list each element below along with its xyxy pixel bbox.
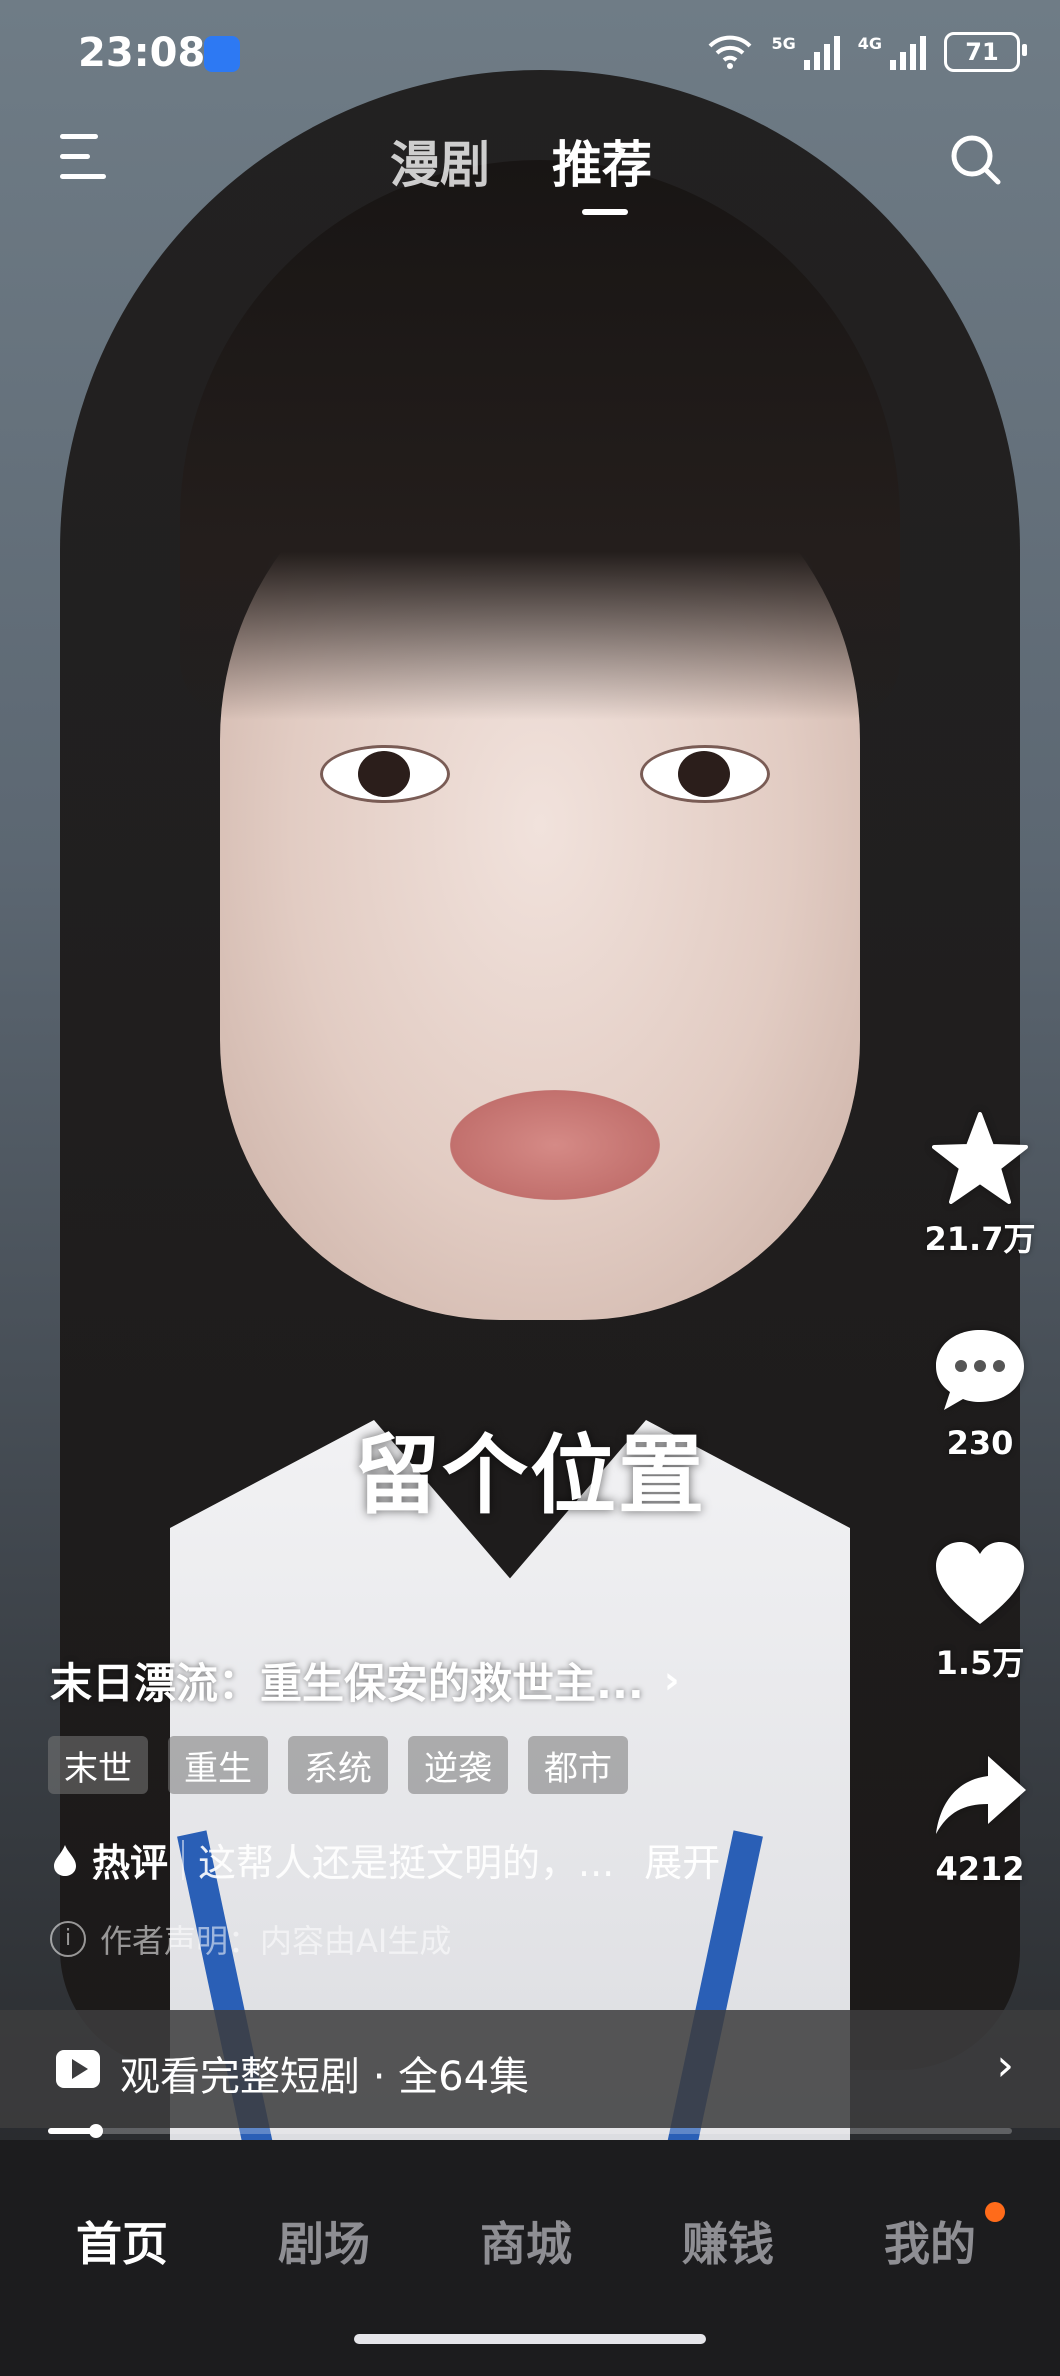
- info-icon: i: [50, 1921, 86, 1957]
- hot-comment-text: 这帮人还是挺文明的，...: [198, 1841, 615, 1885]
- favorite-button[interactable]: 21.7万: [910, 1110, 1050, 1260]
- watch-full-label: 观看完整短剧 · 全64集: [120, 2054, 530, 2100]
- nav-earn[interactable]: 赚钱: [682, 2208, 774, 2274]
- chevron-right-icon: ›: [996, 2040, 1014, 2091]
- comment-count: 230: [946, 1424, 1014, 1462]
- star-icon: [932, 1112, 1028, 1204]
- tab-recommend[interactable]: 推荐: [552, 125, 652, 215]
- watch-full-drama-bar[interactable]: 观看完整短剧 · 全64集 ›: [0, 2010, 1060, 2128]
- battery-level: 71: [965, 38, 999, 66]
- status-bar: 23:08 5G 4G 71: [0, 0, 1060, 110]
- app-screen: 留个位置 23:08 5G 4G 71 漫剧 推荐 21.7万 230 1.5万…: [0, 0, 1060, 2376]
- menu-icon[interactable]: [60, 134, 110, 180]
- nav-mall[interactable]: 商城: [480, 2208, 572, 2274]
- notification-dot: [985, 2202, 1005, 2222]
- heart-icon: [936, 1542, 1024, 1624]
- video-figure-eye: [320, 745, 450, 803]
- tag-chip[interactable]: 重生: [168, 1736, 268, 1794]
- nav-theater[interactable]: 剧场: [278, 2208, 370, 2274]
- nav-home[interactable]: 首页: [76, 2208, 168, 2274]
- video-figure-lips: [450, 1090, 660, 1200]
- search-icon[interactable]: [948, 132, 1004, 188]
- like-button[interactable]: 1.5万: [910, 1538, 1050, 1684]
- cellular-signal-icon: 5G: [771, 34, 840, 70]
- tag-chip[interactable]: 末世: [48, 1736, 148, 1794]
- drama-title: 末日漂流：重生保安的救世主...: [50, 1658, 644, 1708]
- video-player[interactable]: [0, 0, 1060, 2150]
- battery-icon: 71: [944, 32, 1027, 72]
- flame-icon: [54, 1844, 76, 1876]
- home-indicator[interactable]: [354, 2334, 706, 2344]
- status-indicators: 5G 4G 71: [707, 30, 1027, 74]
- top-nav: 漫剧 推荐: [0, 120, 1060, 220]
- top-tabs: 漫剧 推荐: [390, 125, 652, 215]
- disclaimer-text: 作者声明：内容由AI生成: [100, 1922, 452, 1960]
- share-button[interactable]: 4212: [910, 1750, 1050, 1888]
- hot-comment[interactable]: 热评 这帮人还是挺文明的，... 展开: [52, 1832, 720, 1887]
- tag-chip[interactable]: 都市: [528, 1736, 628, 1794]
- drama-title-row[interactable]: 末日漂流：重生保安的救世主... ›: [50, 1650, 770, 1710]
- tag-chip[interactable]: 系统: [288, 1736, 388, 1794]
- ai-disclaimer: i 作者声明：内容由AI生成: [50, 1916, 451, 1962]
- tag-list: 末世 重生 系统 逆袭 都市: [48, 1736, 628, 1794]
- share-count: 4212: [935, 1850, 1025, 1888]
- divider: [182, 1839, 185, 1880]
- nav-me[interactable]: 我的: [884, 2208, 976, 2274]
- wifi-icon: [709, 35, 752, 69]
- comment-button[interactable]: 230: [910, 1324, 1050, 1462]
- tag-chip[interactable]: 逆袭: [408, 1736, 508, 1794]
- hot-comment-label: 热评: [92, 1841, 169, 1885]
- video-figure-eye: [640, 745, 770, 803]
- chevron-right-icon: ›: [663, 1658, 680, 1702]
- video-progress-bar[interactable]: [48, 2124, 1012, 2138]
- share-arrow-icon: [936, 1756, 1026, 1834]
- video-caption: 留个位置: [354, 1426, 706, 1526]
- tab-manju[interactable]: 漫剧: [390, 125, 490, 197]
- like-count: 1.5万: [935, 1644, 1025, 1682]
- network-type-label: 4G: [857, 34, 882, 53]
- play-icon: [56, 2050, 100, 2088]
- status-time: 23:08: [78, 30, 206, 76]
- favorite-count: 21.7万: [924, 1220, 1036, 1258]
- app-notification-icon: [204, 36, 240, 72]
- cellular-signal-icon: 4G: [858, 34, 926, 70]
- network-type-label: 5G: [771, 34, 796, 53]
- expand-button[interactable]: 展开: [644, 1832, 720, 1887]
- comment-icon: [936, 1330, 1024, 1410]
